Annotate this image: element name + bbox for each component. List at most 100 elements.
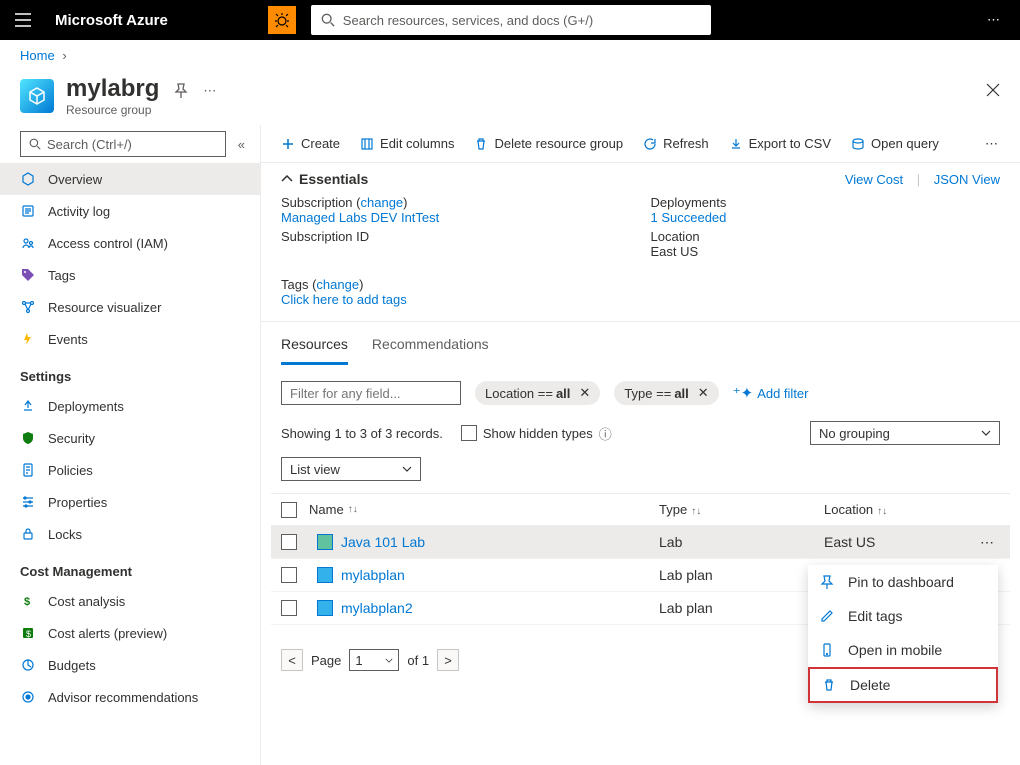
sidebar-item-budgets[interactable]: Budgets [0,649,260,681]
view-mode-dropdown[interactable]: List view [281,457,421,481]
header-more-icon[interactable]: ⋯ [203,83,216,99]
svg-text:$: $ [24,596,30,608]
properties-icon [20,495,36,509]
tags-icon [20,268,36,282]
column-name[interactable]: Name↑↓ [309,502,659,517]
json-view-link[interactable]: JSON View [934,172,1000,187]
query-icon [851,137,865,151]
sidebar-search[interactable]: Search (Ctrl+/) [20,131,226,157]
table-row[interactable]: Java 101 LabLabEast US⋯ [271,526,1010,559]
sidebar-item-locks[interactable]: Locks [0,518,260,550]
top-more-icon[interactable]: ⋯ [967,12,1020,28]
resource-name-link[interactable]: mylabplan2 [341,600,413,616]
page-title: mylabrg [66,75,159,103]
sidebar-item-tags[interactable]: Tags [0,259,260,291]
sidebar-item-overview[interactable]: Overview [0,163,260,195]
column-type[interactable]: Type↑↓ [659,502,824,517]
tabs: Resources Recommendations [261,322,1020,365]
activity-icon [20,204,36,218]
sidebar: Search (Ctrl+/) « OverviewActivity logAc… [0,125,261,765]
next-page-button[interactable]: > [437,649,459,671]
hidden-types-checkbox[interactable]: Show hidden types ⓘ [461,424,612,443]
sidebar-item-resource-visualizer[interactable]: Resource visualizer [0,291,260,323]
row-more-icon[interactable]: ⋯ [974,534,1000,551]
sidebar-item-events[interactable]: Events [0,323,260,355]
add-tags-link[interactable]: Click here to add tags [281,292,407,307]
sidebar-item-advisor-recommendations[interactable]: Advisor recommendations [0,681,260,713]
filter-input[interactable] [281,381,461,405]
edit-columns-button[interactable]: Edit columns [350,125,464,163]
command-more-icon[interactable]: ⋯ [973,136,1010,152]
view-cost-link[interactable]: View Cost [845,172,903,187]
export-to-csv-button[interactable]: Export to CSV [719,125,841,163]
column-location[interactable]: Location↑↓ [824,502,974,517]
change-subscription-link[interactable]: change [361,195,404,210]
filter-pill-location[interactable]: Location == all ✕ [475,381,600,405]
tab-recommendations[interactable]: Recommendations [372,336,489,365]
sidebar-settings-heading: Settings [0,355,260,390]
main-panel: CreateEdit columnsDelete resource groupR… [261,125,1020,765]
pin-icon[interactable] [174,83,188,99]
tab-resources[interactable]: Resources [281,336,348,365]
create-button[interactable]: Create [271,125,350,163]
context-delete[interactable]: Delete [808,667,998,703]
open-query-button[interactable]: Open query [841,125,949,163]
row-checkbox[interactable] [281,567,297,583]
sidebar-item-deployments[interactable]: Deployments [0,390,260,422]
global-search[interactable]: Search resources, services, and docs (G+… [311,5,711,35]
bug-icon[interactable] [268,6,296,34]
sidebar-item-activity-log[interactable]: Activity log [0,195,260,227]
page-header: mylabrg Resource group ⋯ [0,71,1020,125]
resource-name-link[interactable]: mylabplan [341,567,405,583]
info-icon[interactable]: ⓘ [599,424,612,443]
sidebar-item-access-control-iam-[interactable]: Access control (IAM) [0,227,260,259]
prev-page-button[interactable]: < [281,649,303,671]
resource-icon [317,534,333,550]
filter-pill-type[interactable]: Type == all ✕ [614,381,718,405]
remove-filter-icon[interactable]: ✕ [579,385,590,401]
add-filter-button[interactable]: ⁺✦ Add filter [733,386,809,401]
close-icon[interactable] [986,83,1000,97]
refresh-button[interactable]: Refresh [633,125,719,163]
grouping-dropdown[interactable]: No grouping [810,421,1000,445]
events-icon [20,332,36,346]
context-open-in-mobile[interactable]: Open in mobile [808,633,998,667]
breadcrumb-home[interactable]: Home [20,48,55,63]
remove-filter-icon[interactable]: ✕ [698,385,709,401]
resource-name-link[interactable]: Java 101 Lab [341,534,425,550]
table-header: Name↑↓ Type↑↓ Location↑↓ [271,493,1010,526]
delete-resource-group-button[interactable]: Delete resource group [464,125,633,163]
records-count: Showing 1 to 3 of 3 records. [281,426,443,441]
sidebar-item-cost-analysis[interactable]: $Cost analysis [0,585,260,617]
alerts-icon: $ [20,626,36,640]
sidebar-item-policies[interactable]: Policies [0,454,260,486]
sidebar-item-security[interactable]: Security [0,422,260,454]
context-edit-tags[interactable]: Edit tags [808,599,998,633]
row-checkbox[interactable] [281,600,297,616]
hamburger-icon[interactable] [0,0,45,40]
overview-icon [20,172,36,186]
columns-icon [360,137,374,151]
delete-icon [474,137,488,151]
resource-type: Lab plan [659,600,824,616]
chevron-up-icon[interactable] [281,175,293,183]
deployments-value[interactable]: 1 Succeeded [651,210,727,225]
sidebar-item-cost-alerts-preview-[interactable]: $Cost alerts (preview) [0,617,260,649]
essentials-section: Essentials View Cost | JSON View Subscri… [261,163,1020,322]
pin-icon [820,575,838,589]
brand-label: Microsoft Azure [45,12,178,29]
sidebar-item-properties[interactable]: Properties [0,486,260,518]
select-all-checkbox[interactable] [281,502,297,518]
advisor-icon [20,690,36,704]
page-select[interactable]: 1 [349,649,399,671]
change-tags-link[interactable]: change [316,277,359,292]
context-menu: Pin to dashboardEdit tagsOpen in mobileD… [808,565,998,703]
subscription-value[interactable]: Managed Labs DEV IntTest [281,210,439,225]
collapse-sidebar-icon[interactable]: « [238,137,245,152]
row-checkbox[interactable] [281,534,297,550]
location-value: East US [651,244,699,259]
iam-icon [20,236,36,250]
refresh-icon [643,137,657,151]
context-pin-to-dashboard[interactable]: Pin to dashboard [808,565,998,599]
budgets-icon [20,658,36,672]
